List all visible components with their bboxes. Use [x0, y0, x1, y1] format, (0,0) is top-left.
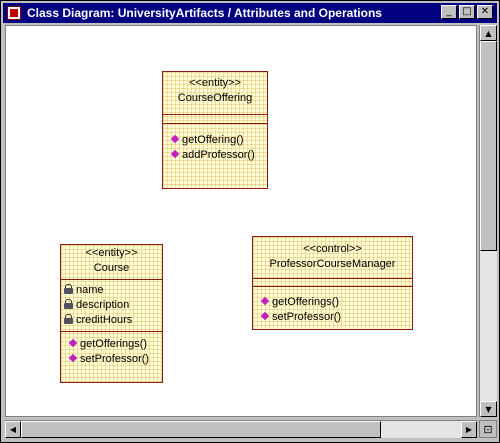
- class-diagram-window: Class Diagram: UniversityArtifacts / Att…: [0, 0, 500, 443]
- class-header: <<entity>> CourseOffering: [163, 72, 267, 114]
- window-title: Class Diagram: UniversityArtifacts / Att…: [27, 6, 382, 20]
- operation-icon: [69, 339, 78, 348]
- attribute-item[interactable]: creditHours: [63, 312, 162, 327]
- class-header: <<entity>> Course: [61, 245, 162, 279]
- operation-icon: [171, 135, 180, 144]
- operation-item[interactable]: getOfferings(): [261, 294, 412, 309]
- operation-item[interactable]: getOfferings(): [69, 336, 162, 351]
- operation-icon: [261, 312, 270, 321]
- attribute-label: name: [76, 283, 104, 296]
- title-bar[interactable]: Class Diagram: UniversityArtifacts / Att…: [3, 3, 497, 23]
- operation-item[interactable]: setProfessor(): [261, 309, 412, 324]
- class-stereotype: <<control>>: [303, 243, 362, 255]
- operations-compartment: getOfferings() setProfessor(): [61, 331, 162, 366]
- attributes-compartment: name description creditHours: [61, 279, 162, 331]
- operation-icon: [171, 150, 180, 159]
- zoom-page-icon[interactable]: ⊡: [479, 420, 497, 438]
- class-header: <<control>> ProfessorCourseManager: [253, 237, 412, 278]
- attributes-compartment: [163, 114, 267, 123]
- attribute-lock-icon: [63, 314, 74, 325]
- class-course[interactable]: <<entity>> Course name description credi…: [60, 244, 163, 383]
- operation-item[interactable]: setProfessor(): [69, 351, 162, 366]
- attribute-label: creditHours: [76, 313, 133, 326]
- diagram-app-icon[interactable]: [7, 6, 21, 20]
- operation-item[interactable]: addProfessor(): [171, 147, 267, 162]
- maximize-button[interactable]: □: [459, 5, 475, 19]
- operation-label: addProfessor(): [182, 148, 255, 161]
- class-stereotype: <<entity>>: [85, 247, 138, 259]
- scroll-up-arrow-icon[interactable]: ▲: [480, 25, 497, 41]
- diagram-canvas[interactable]: <<entity>> CourseOffering getOffering() …: [5, 25, 477, 417]
- close-button[interactable]: ✕: [477, 5, 493, 19]
- vertical-scroll-thumb[interactable]: [480, 41, 497, 251]
- attributes-compartment: [253, 278, 412, 286]
- class-professor-course-manager[interactable]: <<control>> ProfessorCourseManager getOf…: [252, 236, 413, 330]
- attribute-item[interactable]: description: [63, 297, 162, 312]
- operation-label: setProfessor(): [80, 352, 150, 365]
- operations-compartment: getOffering() addProfessor(): [163, 123, 267, 162]
- minimize-button[interactable]: _: [441, 5, 457, 19]
- attribute-lock-icon: [63, 299, 74, 310]
- operation-label: getOfferings(): [80, 337, 148, 350]
- class-course-offering[interactable]: <<entity>> CourseOffering getOffering() …: [162, 71, 268, 189]
- attribute-item[interactable]: name: [63, 282, 162, 297]
- scroll-left-arrow-icon[interactable]: ◀: [5, 421, 21, 438]
- operation-icon: [69, 354, 78, 363]
- class-name: CourseOffering: [177, 92, 253, 104]
- scroll-down-arrow-icon[interactable]: ▼: [480, 401, 497, 417]
- operation-label: setProfessor(): [272, 310, 342, 323]
- operation-label: getOffering(): [182, 133, 244, 146]
- operation-label: getOfferings(): [272, 295, 340, 308]
- window-controls: _ □ ✕: [441, 5, 493, 19]
- horizontal-scroll-thumb[interactable]: [21, 421, 381, 438]
- operation-icon: [261, 297, 270, 306]
- attribute-lock-icon: [63, 284, 74, 295]
- operation-item[interactable]: getOffering(): [171, 132, 267, 147]
- vertical-scrollbar[interactable]: ▲ ▼: [479, 25, 497, 417]
- scroll-right-arrow-icon[interactable]: ▶: [461, 421, 477, 438]
- class-name: Course: [93, 262, 130, 274]
- class-name: ProfessorCourseManager: [269, 258, 396, 270]
- horizontal-scrollbar[interactable]: ◀ ▶: [5, 420, 477, 438]
- class-stereotype: <<entity>>: [189, 77, 241, 89]
- operations-compartment: getOfferings() setProfessor(): [253, 286, 412, 324]
- attribute-label: description: [76, 298, 130, 311]
